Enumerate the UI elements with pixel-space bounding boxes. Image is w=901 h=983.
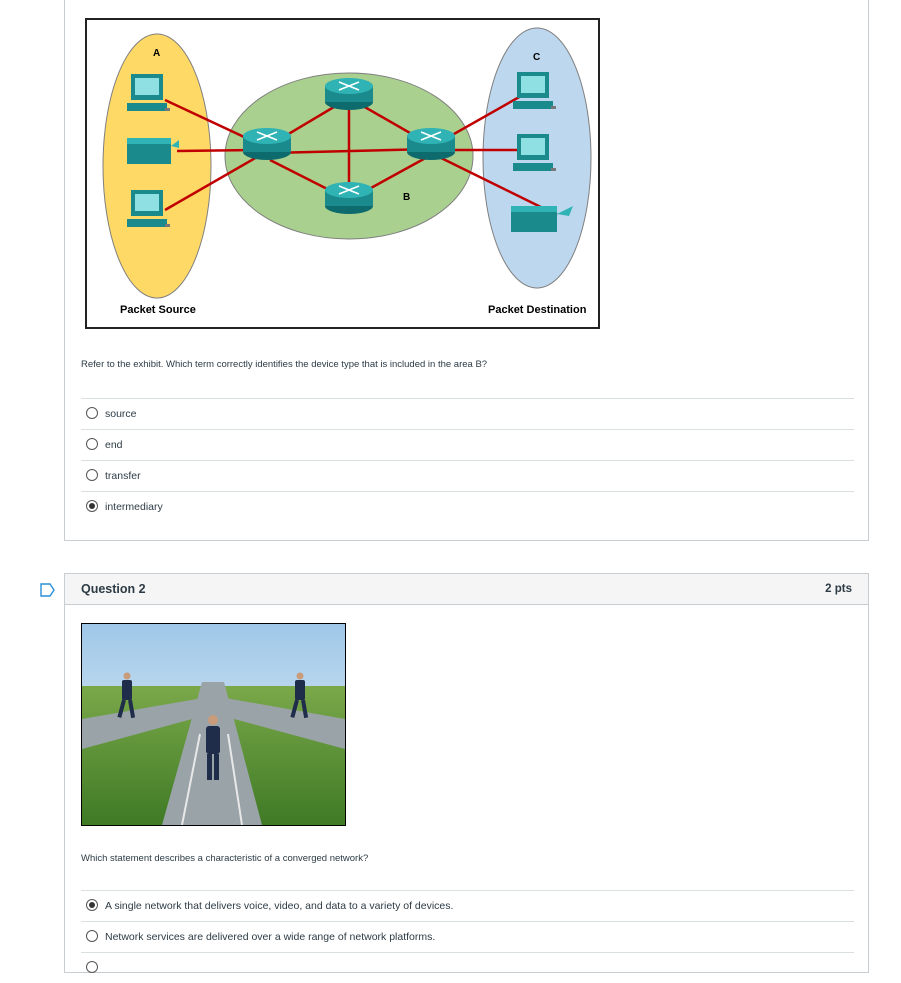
question-2-answers: A single network that delivers voice, vi… <box>81 890 854 983</box>
radio-button[interactable] <box>86 469 98 481</box>
radio-button-selected[interactable] <box>86 500 98 512</box>
network-exhibit: A B C Packet Source Packet Destination <box>85 18 600 329</box>
radio-button[interactable] <box>86 438 98 450</box>
question-2-header: Question 2 2 pts <box>65 574 868 605</box>
router-icon <box>325 182 373 214</box>
bookmark-flag-icon[interactable] <box>40 583 56 597</box>
answer-label: end <box>105 439 123 451</box>
area-b-label: B <box>403 192 410 203</box>
answer-label: intermediary <box>105 501 163 513</box>
area-c-label: C <box>533 52 540 63</box>
answer-option[interactable]: A single network that delivers voice, vi… <box>81 890 854 921</box>
router-icon <box>407 128 455 160</box>
packet-destination-label: Packet Destination <box>488 304 587 316</box>
radio-button[interactable] <box>86 961 98 973</box>
question-1-card: A B C Packet Source Packet Destination R… <box>64 0 869 541</box>
question-1-text: Refer to the exhibit. Which term correct… <box>81 359 488 370</box>
answer-option[interactable]: transfer <box>81 460 854 491</box>
answer-option[interactable]: end <box>81 429 854 460</box>
answer-label: source <box>105 408 137 420</box>
radio-button[interactable] <box>86 407 98 419</box>
network-diagram: A B C Packet Source Packet Destination <box>102 27 592 316</box>
answer-option[interactable]: intermediary <box>81 491 854 522</box>
answer-label: Network services are delivered over a wi… <box>105 931 436 943</box>
router-icon <box>325 78 373 110</box>
question-1-answers: source end transfer intermediary <box>81 398 854 522</box>
converging-roads-photo <box>81 623 346 826</box>
question-points: 2 pts <box>825 583 852 595</box>
answer-label: transfer <box>105 470 141 482</box>
question-2-card: Question 2 2 pts Which statement describ… <box>64 573 869 973</box>
radio-button-selected[interactable] <box>86 899 98 911</box>
answer-label: A single network that delivers voice, vi… <box>105 900 454 912</box>
packet-source-label: Packet Source <box>120 304 196 316</box>
answer-option[interactable]: source <box>81 398 854 429</box>
question-2-text: Which statement describes a characterist… <box>81 853 369 864</box>
router-icon <box>243 128 291 160</box>
radio-button[interactable] <box>86 930 98 942</box>
answer-option[interactable]: Network services are delivered over a wi… <box>81 921 854 952</box>
answer-option[interactable] <box>81 952 854 983</box>
question-title: Question 2 <box>81 582 146 596</box>
packet-source-area <box>102 33 212 299</box>
area-a-label: A <box>153 48 160 59</box>
